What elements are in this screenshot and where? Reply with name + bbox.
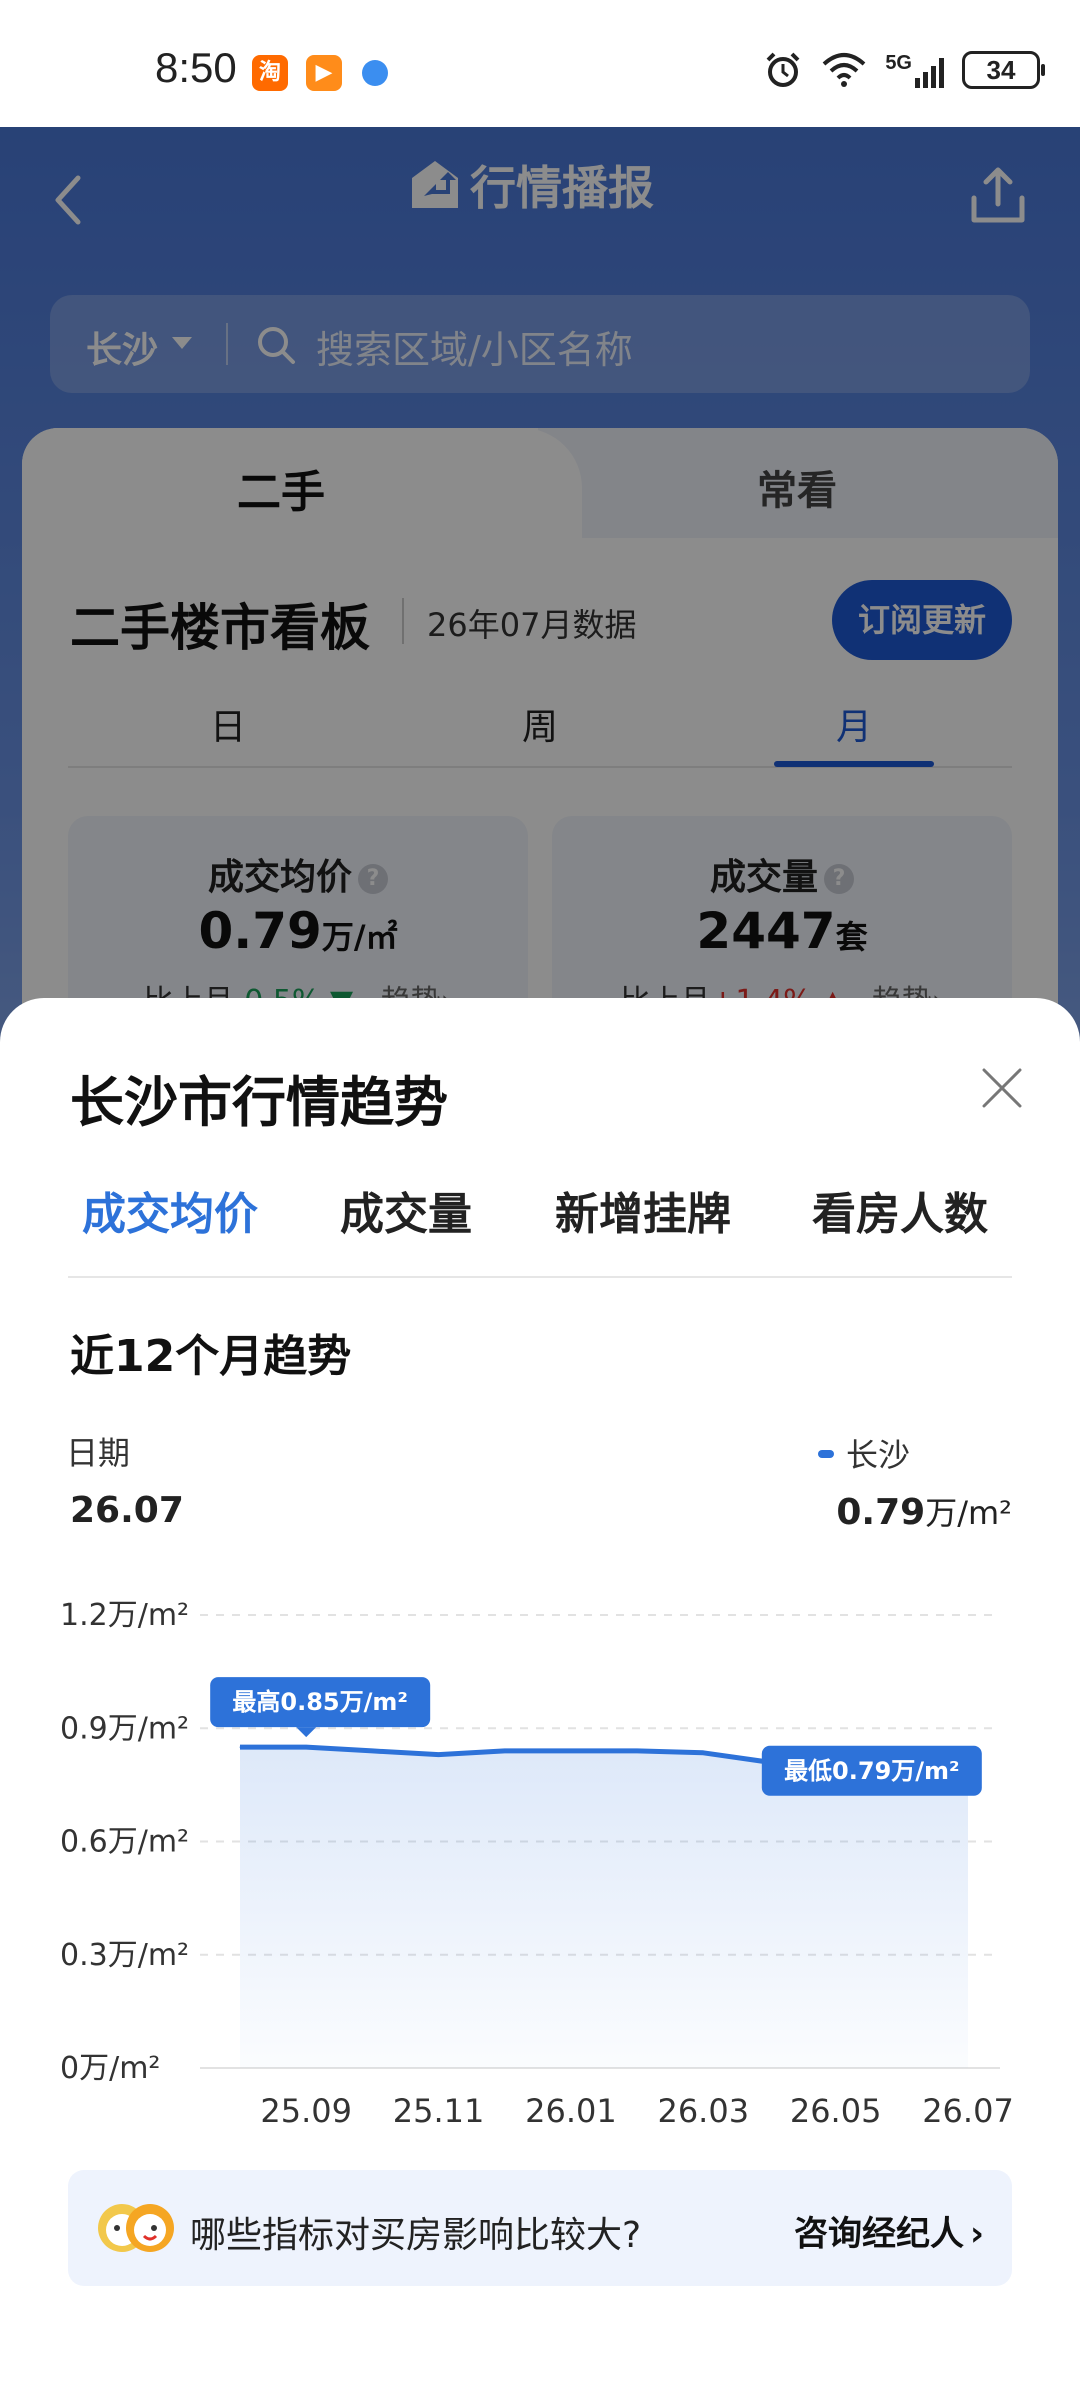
chevron-right-icon: › — [969, 2214, 984, 2254]
data-point — [702, 1752, 704, 1754]
data-point — [371, 1750, 373, 1752]
y-tick-label: 0.9万/m² — [60, 1711, 189, 1746]
x-tick-label: 25.09 — [260, 2092, 352, 2130]
y-tick-label: 0万/m² — [60, 2051, 160, 2086]
status-indicators: 5G 34 — [763, 48, 1045, 92]
trend-bottom-sheet: 长沙市行情趋势 成交均价 成交量 新增挂牌 看房人数 近12个月趋势 日期 26… — [0, 998, 1080, 2400]
video-app-icon: ▶ — [306, 55, 342, 91]
callout-label: 最高0.85万/m² — [232, 1688, 408, 1716]
y-tick-label: 0.3万/m² — [60, 1938, 189, 1973]
data-point — [636, 1750, 638, 1752]
x-axis: 25.09 25.11 26.01 26.03 26.05 26.07 — [260, 2092, 1013, 2130]
battery-icon: 34 — [962, 51, 1045, 89]
x-tick-label: 26.01 — [525, 2092, 617, 2130]
advice-banner[interactable]: 哪些指标对买房影响比较大? 咨询经纪人 › — [68, 2170, 1012, 2286]
data-point — [305, 1746, 307, 1748]
taobao-app-icon: 淘 — [252, 55, 288, 91]
status-bar: 8:50 淘 ▶ 5G 34 — [0, 0, 1080, 127]
consult-agent-link[interactable]: 咨询经纪人 › — [794, 2206, 984, 2255]
signal-icon: 5G — [885, 52, 944, 88]
x-tick-label: 26.05 — [790, 2092, 882, 2130]
alarm-icon — [766, 52, 800, 87]
network-type: 5G — [885, 52, 912, 74]
data-point — [570, 1750, 572, 1752]
wifi-icon — [822, 53, 866, 87]
mascot-avatar-icon — [98, 2204, 174, 2252]
y-axis: 1.2万/m² 0.9万/m² 0.6万/m² 0.3万/m² 0万/m² — [60, 1598, 189, 2086]
x-tick-label: 25.11 — [393, 2092, 485, 2130]
status-time: 8:50 — [155, 44, 237, 91]
y-tick-label: 1.2万/m² — [60, 1598, 189, 1633]
min-callout: 最低0.79万/m² — [761, 1745, 982, 1796]
callout-label: 最低0.79万/m² — [784, 1757, 960, 1785]
x-tick-label: 26.03 — [657, 2092, 749, 2130]
data-point — [239, 1746, 241, 1748]
data-point — [504, 1750, 506, 1752]
data-point — [438, 1754, 440, 1756]
advice-question: 哪些指标对买房影响比较大? — [190, 2215, 642, 2256]
browser-app-icon — [362, 60, 388, 86]
x-tick-label: 26.07 — [922, 2092, 1014, 2130]
y-tick-label: 0.6万/m² — [60, 1825, 189, 1860]
